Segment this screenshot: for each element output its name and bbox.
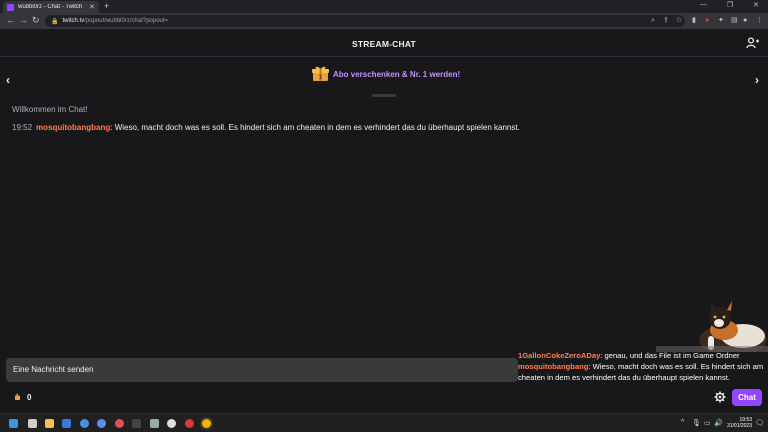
share-icon[interactable]: ⇪ bbox=[663, 17, 669, 24]
windows-taskbar: ^ 🎙 ▭ 🔊 19:53 31/01/2023 🗨 bbox=[0, 413, 768, 432]
app-icon[interactable] bbox=[185, 419, 194, 428]
chat-title: STREAM-CHAT bbox=[352, 39, 416, 49]
gift-sub-banner: ‹ 1 Abo verschenken & Nr. 1 werden! › bbox=[0, 57, 768, 97]
display-icon[interactable]: ▭ bbox=[704, 419, 711, 427]
banner-drag-handle[interactable] bbox=[372, 94, 396, 97]
message-text: : Wieso, macht doch was es soll. Es hind… bbox=[110, 123, 520, 132]
back-icon[interactable]: ← bbox=[6, 15, 15, 25]
window-close-icon[interactable]: ✕ bbox=[753, 1, 759, 9]
url-domain: twitch.tv bbox=[62, 18, 85, 24]
volume-icon[interactable]: 🔊 bbox=[714, 419, 723, 427]
chrome-icon[interactable] bbox=[202, 419, 211, 428]
chat-input-placeholder: Eine Nachricht senden bbox=[13, 365, 94, 374]
zoom-icon[interactable]: ⌕ bbox=[651, 17, 657, 24]
bookmark-star-icon[interactable]: ☆ bbox=[676, 17, 682, 24]
menu-kebab-icon[interactable]: ⋮ bbox=[756, 17, 763, 24]
app-icon[interactable] bbox=[150, 419, 159, 428]
message-username[interactable]: mosquitobangbang bbox=[36, 123, 110, 132]
gear-icon[interactable] bbox=[714, 391, 726, 403]
reload-icon[interactable]: ↻ bbox=[32, 15, 40, 26]
chat-input[interactable]: Eine Nachricht senden bbox=[6, 358, 518, 382]
overlay-message: mosquitobangbang: Wieso, macht doch was … bbox=[518, 361, 768, 383]
terminal-icon[interactable] bbox=[132, 419, 141, 428]
search-icon[interactable] bbox=[28, 419, 37, 428]
forward-icon[interactable]: → bbox=[19, 15, 28, 25]
minimize-icon[interactable]: — bbox=[700, 1, 707, 8]
browser-tab-bar: wubbl0rz - Chat - Twitch ✕ + — ❐ ✕ bbox=[0, 0, 768, 13]
tab-title: wubbl0rz - Chat - Twitch bbox=[18, 4, 83, 10]
notification-icon[interactable]: 🗨 bbox=[755, 419, 764, 427]
app-icon[interactable] bbox=[80, 419, 89, 428]
extension-icon[interactable]: ▮ bbox=[692, 17, 698, 24]
app-icon[interactable] bbox=[115, 419, 124, 428]
stream-chat-overlay: 1GallonCokeZeroADay: genau, und das File… bbox=[518, 350, 768, 386]
banner-text[interactable]: Abo verschenken & Nr. 1 werden! bbox=[333, 70, 460, 79]
taskbar-clock[interactable]: 19:53 31/01/2023 bbox=[726, 417, 752, 429]
gift-icon: 1 bbox=[312, 66, 329, 81]
profile-icon[interactable]: ● bbox=[743, 17, 749, 24]
maximize-icon[interactable]: ❐ bbox=[727, 1, 733, 9]
channel-points-icon[interactable] bbox=[14, 393, 21, 401]
store-icon[interactable] bbox=[62, 419, 71, 428]
url-path: /popout/wubbl0rz/chat?popout= bbox=[84, 18, 169, 24]
cat-overlay-image bbox=[656, 301, 768, 352]
overlay-message: 1GallonCokeZeroADay: genau, und das File… bbox=[518, 350, 768, 361]
extensions-puzzle-icon[interactable]: ✦ bbox=[718, 17, 724, 24]
channel-points-count: 0 bbox=[27, 393, 32, 402]
clock-date: 31/01/2023 bbox=[726, 423, 752, 429]
browser-toolbar: ← → ↻ 🔒 twitch.tv/popout/wubbl0rz/chat?p… bbox=[0, 13, 768, 29]
community-icon[interactable] bbox=[746, 37, 760, 49]
app-icon[interactable] bbox=[97, 419, 106, 428]
new-tab-icon[interactable]: + bbox=[104, 1, 109, 11]
chat-message: 19:52 mosquitobangbang: Wieso, macht doch… bbox=[12, 123, 520, 132]
lock-icon: 🔒 bbox=[51, 18, 59, 25]
sidebar-icon[interactable]: ▤ bbox=[731, 17, 738, 24]
overlay-username: 1GallonCokeZeroADay bbox=[518, 351, 601, 360]
file-explorer-icon[interactable] bbox=[45, 419, 54, 428]
banner-next-icon[interactable]: › bbox=[755, 73, 759, 87]
send-chat-button[interactable]: Chat bbox=[732, 389, 762, 406]
chat-header: STREAM-CHAT bbox=[0, 29, 768, 57]
start-windows-icon[interactable] bbox=[9, 419, 18, 428]
overlay-username: mosquitobangbang bbox=[518, 362, 589, 371]
app-icon[interactable] bbox=[167, 419, 176, 428]
microphone-icon[interactable]: 🎙 bbox=[692, 419, 701, 427]
extension-red-icon[interactable]: ● bbox=[705, 17, 711, 24]
banner-prev-icon[interactable]: ‹ bbox=[6, 73, 10, 87]
twitch-favicon-icon bbox=[7, 3, 14, 11]
tray-overflow-icon[interactable]: ^ bbox=[681, 419, 684, 426]
message-timestamp: 19:52 bbox=[12, 123, 33, 132]
address-bar[interactable]: 🔒 twitch.tv/popout/wubbl0rz/chat?popout= bbox=[45, 15, 685, 27]
tab-close-icon[interactable]: ✕ bbox=[89, 3, 95, 11]
welcome-message: Willkommen im Chat! bbox=[12, 105, 88, 114]
overlay-text: : genau, und das File ist im Game Ordner bbox=[600, 351, 740, 360]
browser-tab[interactable]: wubbl0rz - Chat - Twitch ✕ bbox=[3, 1, 99, 13]
